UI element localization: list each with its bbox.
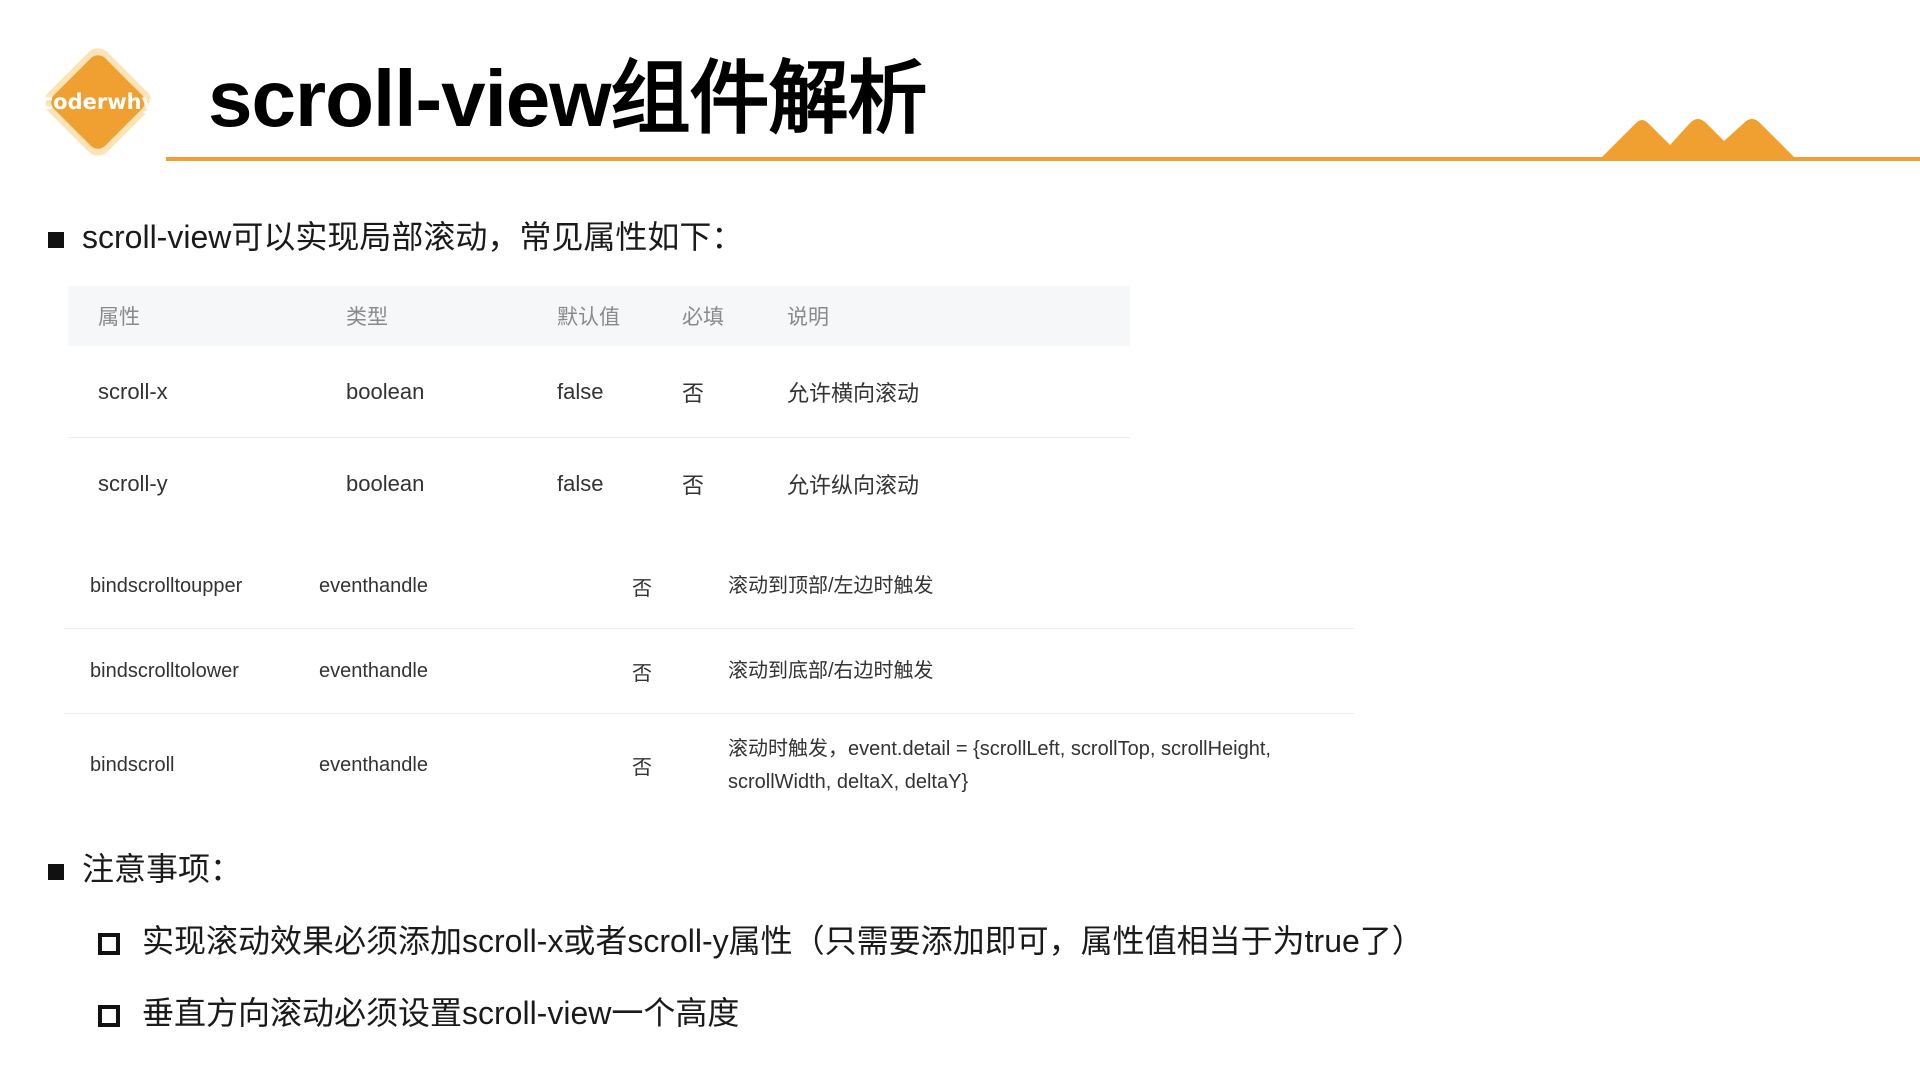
cell-type: eventhandle (319, 659, 428, 682)
cell-required: 否 (682, 380, 705, 406)
square-bullet-icon (48, 231, 64, 248)
cell-desc: 滚动到顶部/左边时触发 (728, 574, 934, 597)
cell-required: 否 (632, 577, 652, 600)
logo-text: coderwhy (40, 90, 156, 114)
intro-text: scroll-view可以实现局部滚动，常见属性如下： (82, 219, 744, 255)
cell-default: false (557, 378, 604, 404)
cell-required: 否 (632, 757, 652, 779)
table-row: bindscroll eventhandle 否 滚动时触发，event.det… (64, 714, 1354, 817)
hollow-square-bullet-icon (98, 932, 120, 955)
cell-attr: scroll-y (98, 470, 168, 496)
header-cell-attr: 属性 (98, 306, 140, 329)
notes-title-text: 注意事项： (82, 851, 243, 887)
header-cell-required: 必填 (682, 306, 724, 329)
cell-attr: scroll-x (98, 378, 168, 404)
cell-type: boolean (346, 378, 425, 404)
header-cell-type: 类型 (346, 306, 388, 329)
coderwhy-logo: coderwhy (34, 38, 162, 166)
cell-attr: bindscrolltolower (90, 659, 239, 682)
cell-desc: 允许横向滚动 (787, 380, 920, 406)
note-item: 实现滚动效果必须添加scroll-x或者scroll-y属性（只需要添加即可，属… (98, 918, 1424, 964)
note-item: 垂直方向滚动必须设置scroll-view一个高度 (98, 990, 739, 1036)
cell-attr: bindscrolltoupper (90, 574, 243, 597)
events-table: bindscrolltoupper eventhandle 否 滚动到顶部/左边… (64, 544, 1354, 817)
table-row: scroll-x boolean false 否 允许横向滚动 (68, 346, 1130, 438)
attributes-table: 属性 类型 默认值 必填 说明 scroll-x boolean false 否… (68, 286, 1130, 529)
header-divider (166, 157, 1920, 161)
cell-desc: 滚动到底部/右边时触发 (728, 659, 934, 682)
cell-required: 否 (632, 662, 652, 685)
page-title: scroll-view组件解析 (208, 54, 928, 143)
cell-type: eventhandle (319, 574, 428, 597)
cell-desc: 滚动时触发，event.detail = {scrollLeft, scroll… (728, 737, 1271, 793)
square-bullet-icon (48, 863, 64, 880)
cell-default: false (557, 470, 604, 496)
cell-type: boolean (346, 470, 425, 496)
cell-type: eventhandle (319, 754, 428, 776)
intro-line: scroll-view可以实现局部滚动，常见属性如下： (48, 214, 743, 260)
header-cell-desc: 说明 (787, 306, 829, 329)
table-row: bindscrolltolower eventhandle 否 滚动到底部/右边… (64, 629, 1354, 714)
notes-heading: 注意事项： (48, 846, 242, 892)
table-row: scroll-y boolean false 否 允许纵向滚动 (68, 438, 1130, 529)
mountains-decoration (1598, 115, 1838, 161)
note-text: 垂直方向滚动必须设置scroll-view一个高度 (142, 995, 740, 1031)
header-cell-default: 默认值 (557, 306, 620, 329)
table-row: bindscrolltoupper eventhandle 否 滚动到顶部/左边… (64, 544, 1354, 629)
hollow-square-bullet-icon (98, 1004, 120, 1027)
table-header-row: 属性 类型 默认值 必填 说明 (68, 286, 1130, 346)
cell-attr: bindscroll (90, 754, 175, 776)
cell-required: 否 (682, 472, 705, 498)
note-text: 实现滚动效果必须添加scroll-x或者scroll-y属性（只需要添加即可，属… (142, 923, 1424, 959)
cell-desc: 允许纵向滚动 (787, 472, 920, 498)
